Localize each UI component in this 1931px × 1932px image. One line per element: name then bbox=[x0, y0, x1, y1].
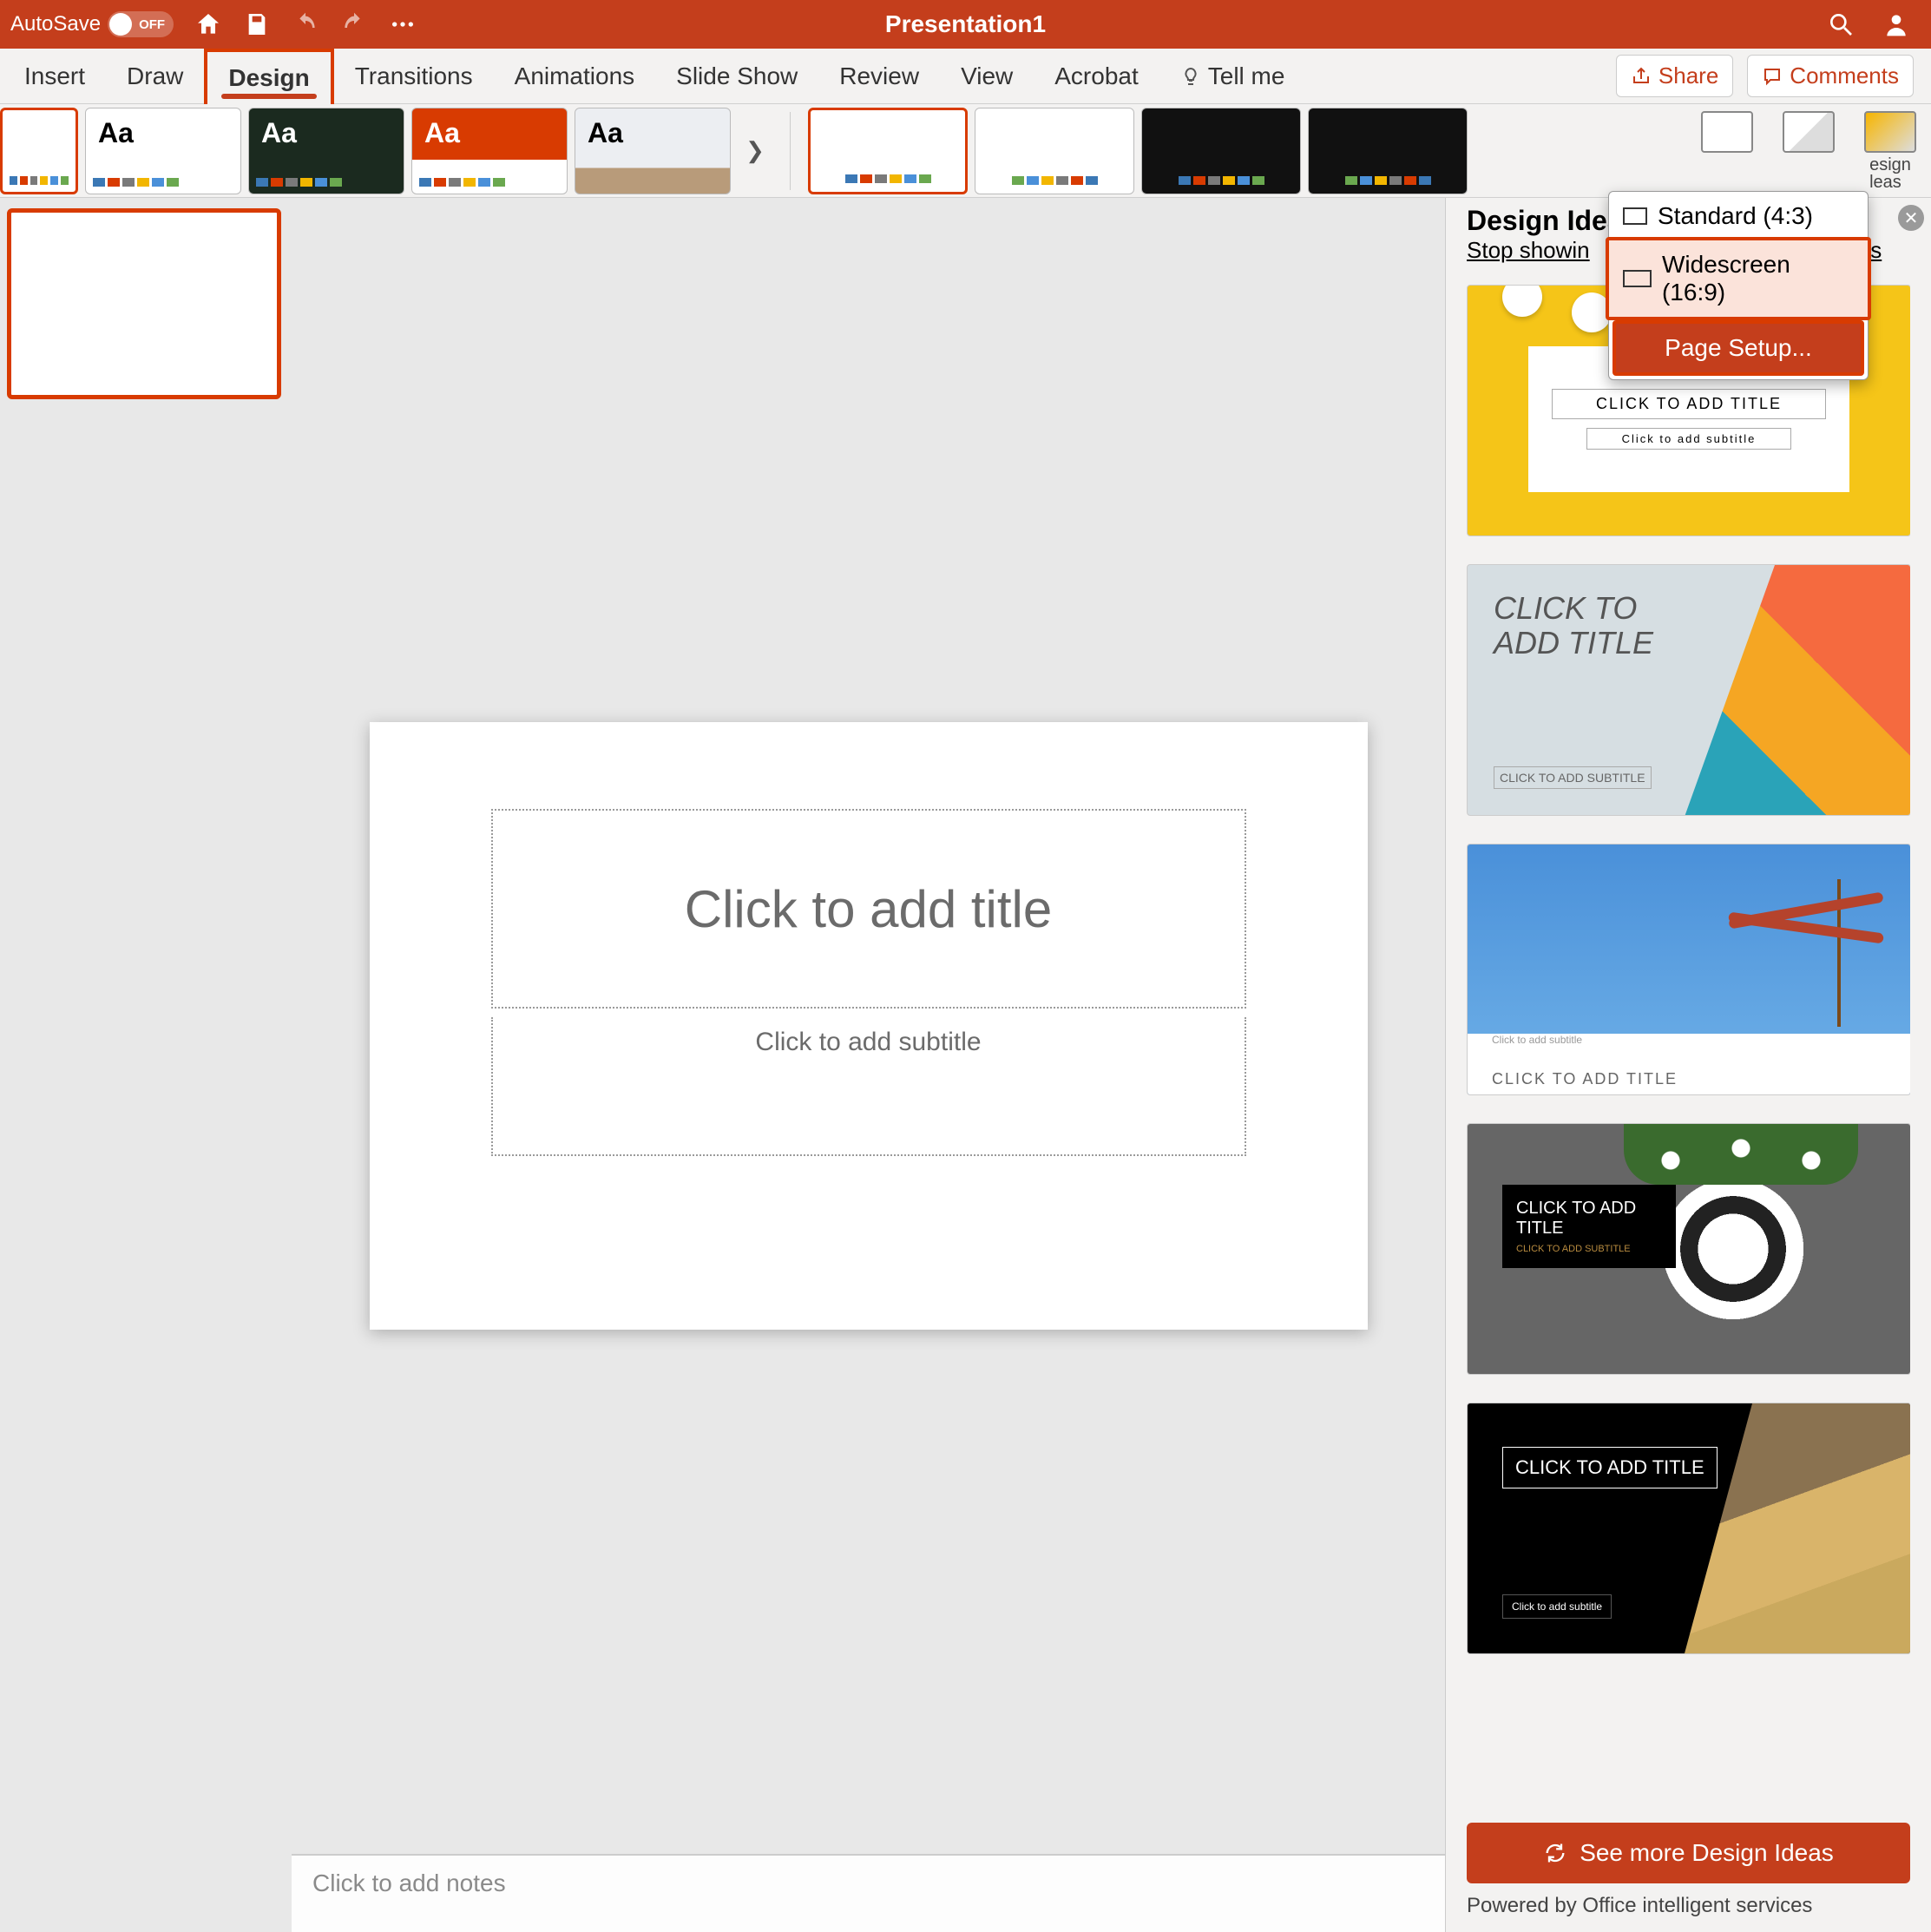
format-background-button[interactable] bbox=[1771, 111, 1846, 153]
idea-subtitle: CLICK TO ADD SUBTITLE bbox=[1516, 1244, 1662, 1254]
autosave-label: AutoSave bbox=[10, 12, 101, 36]
ribbon-design: Aa Aa Aa Aa ❯ esign leas bbox=[0, 104, 1931, 198]
variant-thumb[interactable] bbox=[1141, 108, 1301, 194]
idea-title: CLICK TO ADD TITLE bbox=[1516, 1199, 1662, 1239]
variant-thumb[interactable] bbox=[1308, 108, 1468, 194]
tab-transitions[interactable]: Transitions bbox=[334, 49, 494, 104]
designer-icon bbox=[1864, 111, 1916, 153]
slide-size-page-setup[interactable]: Page Setup... bbox=[1612, 320, 1864, 376]
share-button[interactable]: Share bbox=[1616, 55, 1733, 97]
titlebar: AutoSave OFF Presentation1 bbox=[0, 0, 1931, 49]
save-icon[interactable] bbox=[243, 10, 271, 38]
autosave-state: OFF bbox=[139, 17, 165, 32]
design-ideas-button[interactable]: esign leas bbox=[1853, 111, 1928, 191]
design-ideas-pane: ✕ Design Idea Stop showin ions CLICK TO … bbox=[1445, 198, 1931, 1932]
slide-size-widescreen[interactable]: Widescreen (16:9) bbox=[1606, 237, 1871, 320]
idea-subtitle: Click to add subtitle bbox=[1492, 1034, 1910, 1046]
idea-subtitle: Click to add subtitle bbox=[1502, 1594, 1612, 1619]
tell-me-label: Tell me bbox=[1208, 62, 1285, 90]
idea-title: CLICK TO ADD TITLE bbox=[1492, 1070, 1910, 1088]
widescreen-ratio-icon bbox=[1623, 270, 1652, 287]
tab-slide-show[interactable]: Slide Show bbox=[655, 49, 818, 104]
more-icon[interactable] bbox=[389, 10, 417, 38]
account-icon[interactable] bbox=[1882, 10, 1910, 38]
tab-review[interactable]: Review bbox=[818, 49, 940, 104]
notes-pane[interactable]: Click to add notes bbox=[292, 1854, 1445, 1932]
idea-title: CLICK TO ADD TITLE bbox=[1502, 1447, 1718, 1488]
slide-editor: Click to add title Click to add subtitle… bbox=[292, 198, 1445, 1932]
home-icon[interactable] bbox=[194, 10, 222, 38]
tab-design[interactable]: Design bbox=[204, 49, 333, 104]
search-icon[interactable] bbox=[1827, 10, 1855, 38]
slide-size-standard[interactable]: Standard (4:3) bbox=[1609, 192, 1868, 240]
tab-acrobat[interactable]: Acrobat bbox=[1034, 49, 1159, 104]
slide-size-button[interactable] bbox=[1690, 111, 1764, 153]
autosave-switch[interactable]: OFF bbox=[108, 11, 174, 37]
theme-thumb[interactable] bbox=[0, 108, 78, 194]
title-placeholder[interactable]: Click to add title bbox=[491, 809, 1246, 1009]
slide-canvas[interactable]: Click to add title Click to add subtitle bbox=[370, 722, 1368, 1330]
refresh-icon bbox=[1543, 1841, 1567, 1865]
theme-thumb[interactable]: Aa bbox=[248, 108, 404, 194]
share-icon bbox=[1631, 66, 1652, 87]
tab-draw[interactable]: Draw bbox=[106, 49, 204, 104]
theme-thumb[interactable]: Aa bbox=[575, 108, 731, 194]
standard-ratio-icon bbox=[1623, 207, 1647, 225]
theme-gallery: Aa Aa Aa Aa ❯ bbox=[0, 108, 772, 194]
tab-animations[interactable]: Animations bbox=[494, 49, 656, 104]
autosave-toggle[interactable]: AutoSave OFF bbox=[10, 11, 174, 37]
comments-button[interactable]: Comments bbox=[1747, 55, 1914, 97]
variant-gallery bbox=[808, 108, 1468, 194]
ribbon-tabs: Insert Draw Design Transitions Animation… bbox=[0, 49, 1931, 104]
variant-thumb[interactable] bbox=[975, 108, 1134, 194]
slide-thumbnail[interactable] bbox=[7, 208, 281, 399]
slide-thumbnail-panel bbox=[0, 198, 292, 1932]
subtitle-placeholder[interactable]: Click to add subtitle bbox=[491, 1017, 1246, 1156]
theme-thumb[interactable]: Aa bbox=[85, 108, 241, 194]
idea-subtitle: CLICK TO ADD SUBTITLE bbox=[1494, 766, 1652, 789]
design-idea[interactable]: CLICK TO ADD TITLE CLICK TO ADD SUBTITLE bbox=[1467, 564, 1910, 816]
see-more-design-ideas-button[interactable]: See more Design Ideas bbox=[1467, 1823, 1910, 1883]
bulb-icon bbox=[1180, 66, 1201, 87]
close-pane-button[interactable]: ✕ bbox=[1898, 205, 1924, 231]
design-idea[interactable]: CLICK TO ADD TITLE CLICK TO ADD SUBTITLE bbox=[1467, 1123, 1910, 1375]
design-ideas-list: CLICK TO ADD TITLE Click to add subtitle… bbox=[1467, 285, 1910, 1809]
undo-icon[interactable] bbox=[292, 10, 319, 38]
format-background-icon bbox=[1783, 111, 1835, 153]
idea-title: CLICK TO ADD TITLE bbox=[1494, 591, 1653, 660]
document-title: Presentation1 bbox=[885, 10, 1046, 38]
idea-subtitle: Click to add subtitle bbox=[1586, 428, 1792, 450]
idea-title: CLICK TO ADD TITLE bbox=[1552, 389, 1826, 419]
variant-thumb[interactable] bbox=[808, 108, 968, 194]
tab-insert[interactable]: Insert bbox=[3, 49, 106, 104]
design-ideas-label: esign leas bbox=[1869, 156, 1911, 191]
design-idea[interactable]: Click to add subtitle CLICK TO ADD TITLE bbox=[1467, 844, 1910, 1095]
design-idea[interactable]: CLICK TO ADD TITLE Click to add subtitle bbox=[1467, 1403, 1910, 1654]
powered-by-text: Powered by Office intelligent services bbox=[1467, 1894, 1910, 1918]
slide-size-dropdown: Standard (4:3) Widescreen (16:9) Page Se… bbox=[1608, 191, 1869, 380]
themes-more-button[interactable]: ❯ bbox=[738, 108, 772, 194]
theme-thumb[interactable]: Aa bbox=[411, 108, 568, 194]
comment-icon bbox=[1762, 66, 1783, 87]
slide-size-icon bbox=[1701, 111, 1753, 153]
tab-view[interactable]: View bbox=[940, 49, 1034, 104]
tab-tell-me[interactable]: Tell me bbox=[1159, 49, 1306, 104]
divider bbox=[790, 112, 791, 190]
redo-icon[interactable] bbox=[340, 10, 368, 38]
